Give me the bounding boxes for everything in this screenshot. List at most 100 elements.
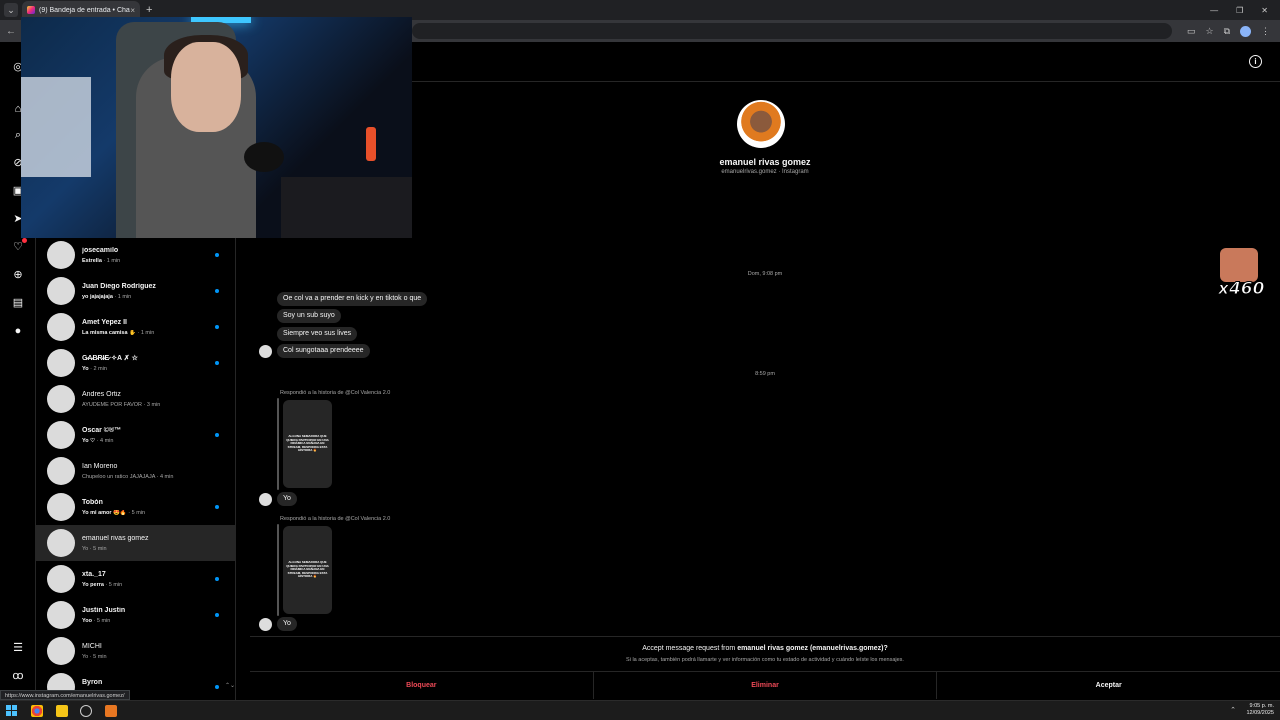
emote-count: x460 xyxy=(1218,279,1265,300)
conversation-avatar xyxy=(47,313,75,341)
conversation-avatar xyxy=(47,349,75,377)
emote-face-icon xyxy=(1220,248,1258,282)
bookmark-star-icon[interactable]: ☆ xyxy=(1205,26,1213,37)
conversation-preview: Yo perra · 5 min xyxy=(82,581,123,588)
obs-icon[interactable] xyxy=(80,705,92,717)
webcam-overlay xyxy=(21,17,412,238)
taskbar-clock[interactable]: 9:05 p. m. 12/09/2025 xyxy=(1246,703,1274,717)
conversation-preview: Yo · 5 min xyxy=(82,653,107,660)
unread-dot-icon xyxy=(215,289,219,293)
conversation-preview: yo jajajajaja · 1 min xyxy=(82,293,132,300)
extensions-icon[interactable]: ⧉ xyxy=(1224,26,1230,37)
new-tab-button[interactable]: + xyxy=(146,4,152,16)
unread-dot-icon xyxy=(215,505,219,509)
unread-dot-icon xyxy=(215,685,219,689)
cast-icon[interactable]: ▭ xyxy=(1187,26,1196,37)
notifications-icon[interactable]: ♡ xyxy=(11,238,27,254)
story-text: ALGUNA SEMADORA QUE QUIERA PARTICIPAR EN… xyxy=(286,560,329,579)
conversation-item[interactable]: Juan Diego Rodríguez yo jajajajaja · 1 mi… xyxy=(36,273,235,309)
conversation-name: Andres Ortiz xyxy=(82,390,121,398)
message-bubble[interactable]: Col sungotaaa prendeeee xyxy=(277,344,370,358)
unread-dot-icon xyxy=(215,253,219,257)
conversation-item[interactable]: Oscar ©®™ Yo ♡ · 4 min xyxy=(36,417,235,453)
maximize-icon[interactable]: ❐ xyxy=(1236,6,1243,15)
back-arrow-icon[interactable]: ← xyxy=(6,26,16,37)
scroll-arrows-icon[interactable]: ⌃⌄ xyxy=(225,682,235,689)
message-bubble[interactable]: Soy un sub suyo xyxy=(277,309,341,323)
chrome-taskbar-icon[interactable] xyxy=(31,705,43,717)
conversation-name: josecamilo xyxy=(82,246,119,254)
conversation-name: xta._17 xyxy=(82,570,106,578)
tab-close-icon[interactable]: × xyxy=(130,6,135,15)
windows-start-icon[interactable] xyxy=(6,705,18,717)
conversation-name: Byron xyxy=(82,678,103,686)
conversation-preview: Yo · 5 min xyxy=(82,545,107,552)
story-preview[interactable]: ALGUNA SEMADORA QUE QUIERA PARTICIPAR EN… xyxy=(283,400,332,488)
status-url: https://www.instagram.com/emanuelrivas.g… xyxy=(0,690,130,700)
conversation-preview: Yo · 2 min xyxy=(82,366,107,372)
message-bubble[interactable]: Yo xyxy=(277,617,297,631)
profile-icon[interactable]: ● xyxy=(11,324,25,338)
conversation-item[interactable]: Andres Ortiz AYUDEME POR FAVOR · 3 min xyxy=(36,381,235,417)
sender-avatar[interactable] xyxy=(259,618,272,631)
request-actions: Bloquear Eliminar Aceptar xyxy=(250,671,1280,699)
threads-icon[interactable]: ꝏ xyxy=(11,669,25,683)
sender-avatar[interactable] xyxy=(259,345,272,358)
accept-button[interactable]: Aceptar xyxy=(937,672,1280,699)
message-timestamp: 8:59 pm xyxy=(755,371,775,377)
minimize-icon[interactable]: — xyxy=(1210,6,1218,15)
conversation-name: Amet Yepez II xyxy=(82,318,128,326)
conversation-item[interactable]: xta._17 Yo perra · 5 min xyxy=(36,561,235,597)
conversation-item[interactable]: G̷A̷B̷R̷I̷E̷ ✧A ✗ ☆ Yo · 2 min xyxy=(36,345,235,381)
conversation-item[interactable]: MICHI Yo · 5 min xyxy=(36,633,235,669)
story-text: ALGUNA SEMADORA QUE QUIERA PARTICIPAR EN… xyxy=(286,434,329,453)
block-button[interactable]: Bloquear xyxy=(250,672,594,699)
sender-avatar[interactable] xyxy=(259,493,272,506)
message-bubble[interactable]: Yo xyxy=(277,492,297,506)
tray-chevron-icon[interactable]: ⌃ xyxy=(1230,706,1236,714)
profile-avatar-icon[interactable] xyxy=(1240,25,1251,37)
info-icon[interactable]: i xyxy=(1249,55,1262,68)
windows-taskbar: ⌃ 9:05 p. m. 12/09/2025 xyxy=(0,700,1280,720)
story-preview[interactable]: ALGUNA SEMADORA QUE QUIERA PARTICIPAR EN… xyxy=(283,526,332,614)
conversation-item[interactable]: Justin Justin Yoo · 5 min xyxy=(36,597,235,633)
reply-indicator-bar xyxy=(277,398,279,490)
unread-dot-icon xyxy=(215,361,219,365)
conversation-preview: Yo ♡ · 4 min xyxy=(82,437,114,444)
conversation-preview: Estrella · 1 min xyxy=(82,257,121,264)
conversation-preview: Yo mi amor 😍🔥 · 5 min xyxy=(82,509,146,516)
delete-button[interactable]: Eliminar xyxy=(594,672,938,699)
create-icon[interactable]: ⊕ xyxy=(11,268,25,282)
conversation-item[interactable]: josecamilo Estrella · 1 min xyxy=(36,237,235,273)
conversation-preview: La misma camisa ✋ · 1 min xyxy=(82,329,155,336)
conversation-avatar xyxy=(47,637,75,665)
unread-dot-icon xyxy=(215,433,219,437)
instagram-favicon-icon xyxy=(27,6,35,14)
app-taskbar-icon[interactable] xyxy=(105,705,117,717)
dashboard-icon[interactable]: ▤ xyxy=(11,296,25,310)
message-bubble[interactable]: Siempre veo sus lives xyxy=(277,327,358,341)
chat-profile-avatar[interactable] xyxy=(737,100,785,148)
reply-indicator-bar xyxy=(277,524,279,616)
conversation-item[interactable]: Amet Yepez II La misma camisa ✋ · 1 min xyxy=(36,309,235,345)
file-explorer-icon[interactable] xyxy=(56,705,68,717)
conversation-avatar xyxy=(47,529,75,557)
tab-search-icon[interactable]: ⌄ xyxy=(4,3,18,17)
browser-menu-icon[interactable]: ⋮ xyxy=(1261,26,1270,37)
conversation-preview: Chupeloo un ratico JAJAJAJA · 4 min xyxy=(82,473,174,480)
unread-dot-icon xyxy=(215,613,219,617)
message-bubble[interactable]: Oe col va a prender en kick y en tiktok … xyxy=(277,292,428,306)
conversation-item[interactable]: emanuel rivas gomez Yo · 5 min xyxy=(36,525,235,561)
message-request-panel: Accept message request from emanuel riva… xyxy=(250,636,1280,700)
more-menu-icon[interactable]: ☰ xyxy=(11,641,25,655)
tab-title: (9) Bandeja de entrada • Chats xyxy=(39,6,131,14)
conversation-avatar xyxy=(47,421,75,449)
conversation-name: Justin Justin xyxy=(82,606,126,614)
window-close-icon[interactable]: ✕ xyxy=(1261,6,1268,15)
conversation-item[interactable]: Ian Moreno Chupeloo un ratico JAJAJAJA · … xyxy=(36,453,235,489)
address-bar[interactable] xyxy=(412,23,1172,39)
conversation-item[interactable]: Tobón Yo mi amor 😍🔥 · 5 min xyxy=(36,489,235,525)
conversation-preview: Yoo · 5 min xyxy=(82,617,111,624)
conversation-avatar xyxy=(47,493,75,521)
conversation-name: Ian Moreno xyxy=(82,462,118,470)
